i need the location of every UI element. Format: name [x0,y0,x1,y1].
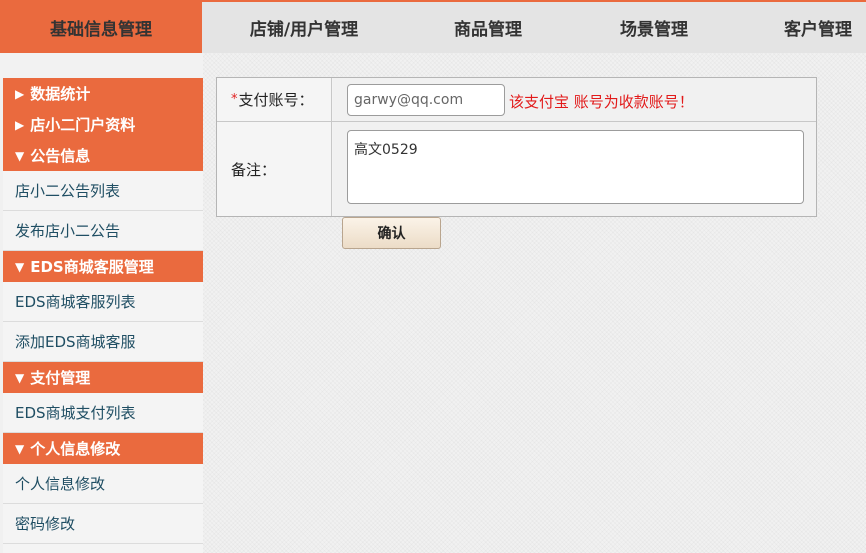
sidebar-group-service[interactable]: ▼ EDS商城客服管理 [3,251,203,282]
sidebar-item-notice-list[interactable]: 店小二公告列表 [3,171,203,211]
triangle-right-icon: ▶ [15,117,25,132]
sidebar-group-label: 个人信息修改 [30,440,121,458]
form-row-account: * 支付账号： 该支付宝 账号为收款账号！ [217,78,816,122]
sidebar-group-label: EDS商城客服管理 [30,258,154,276]
sidebar-group-stats[interactable]: ▶ 数据统计 [3,78,203,109]
sidebar-item-change-password[interactable]: 密码修改 [3,504,203,544]
sidebar-group-notices[interactable]: ▼ 公告信息 [3,140,203,171]
account-input-cell: 该支付宝 账号为收款账号！ [333,78,816,121]
sidebar-group-label: 数据统计 [30,85,91,103]
tab-store-user[interactable]: 店铺/用户管理 [216,2,392,53]
payment-account-input[interactable] [347,84,505,116]
tab-customers[interactable]: 客户管理 [746,2,866,53]
main-content: * 支付账号： 该支付宝 账号为收款账号！ 备注： 高文0529 确认 [203,53,866,553]
note-label-text: 备注： [231,160,277,179]
sidebar-group-payment[interactable]: ▼ 支付管理 [3,362,203,393]
account-label-text: 支付账号： [238,91,314,109]
sidebar-group-portal[interactable]: ▶ 店小二门户资料 [3,109,203,140]
sidebar-item-service-list[interactable]: EDS商城客服列表 [3,282,203,322]
tab-products[interactable]: 商品管理 [400,2,576,53]
sidebar-group-label: 支付管理 [30,369,91,387]
account-hint: 该支付宝 账号为收款账号！ [509,93,694,111]
triangle-down-icon: ▼ [15,370,25,385]
payment-form: * 支付账号： 该支付宝 账号为收款账号！ 备注： 高文0529 [216,77,817,217]
account-label: * 支付账号： [217,78,332,121]
sidebar-item-add-service[interactable]: 添加EDS商城客服 [3,322,203,362]
triangle-down-icon: ▼ [15,441,25,456]
triangle-right-icon: ▶ [15,86,25,101]
tab-basic-info[interactable]: 基础信息管理 [0,2,202,53]
sidebar-item-edit-profile[interactable]: 个人信息修改 [3,464,203,504]
sidebar-group-label: 店小二门户资料 [30,116,136,134]
form-row-note: 备注： 高文0529 [217,122,816,216]
confirm-button[interactable]: 确认 [342,217,441,249]
sidebar-item-publish-notice[interactable]: 发布店小二公告 [3,211,203,251]
triangle-down-icon: ▼ [15,259,25,274]
sidebar-group-label: 公告信息 [30,147,91,165]
sidebar-group-profile[interactable]: ▼ 个人信息修改 [3,433,203,464]
note-textarea[interactable]: 高文0529 [347,130,804,204]
sidebar: ▶ 数据统计 ▶ 店小二门户资料 ▼ 公告信息 店小二公告列表 发布店小二公告 … [3,78,203,553]
triangle-down-icon: ▼ [15,148,25,163]
tab-scenes[interactable]: 场景管理 [566,2,742,53]
note-input-cell: 高文0529 [333,122,816,216]
note-label: 备注： [217,122,332,216]
required-mark: * [231,92,238,107]
top-nav: 基础信息管理 店铺/用户管理 商品管理 场景管理 客户管理 [0,0,866,53]
sidebar-item-payment-list[interactable]: EDS商城支付列表 [3,393,203,433]
